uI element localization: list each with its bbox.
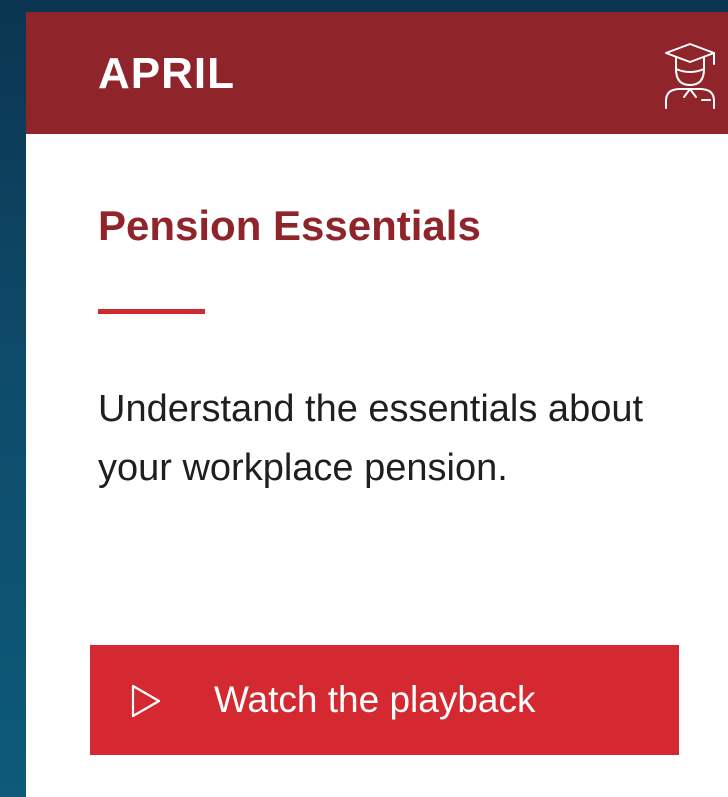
card-description: Understand the essentials about your wor… — [98, 388, 644, 489]
card-title: Pension Essentials — [98, 202, 481, 249]
graduation-student-icon — [665, 43, 715, 109]
watch-playback-label: Watch the playback — [214, 679, 536, 720]
month-label: APRIL — [98, 49, 235, 98]
event-card: APRIL Pension Essentials Understand the … — [26, 12, 728, 797]
play-icon — [131, 684, 161, 718]
watch-playback-button[interactable]: Watch the playback — [90, 645, 679, 755]
card-header: APRIL — [26, 12, 728, 134]
title-divider — [98, 309, 205, 314]
